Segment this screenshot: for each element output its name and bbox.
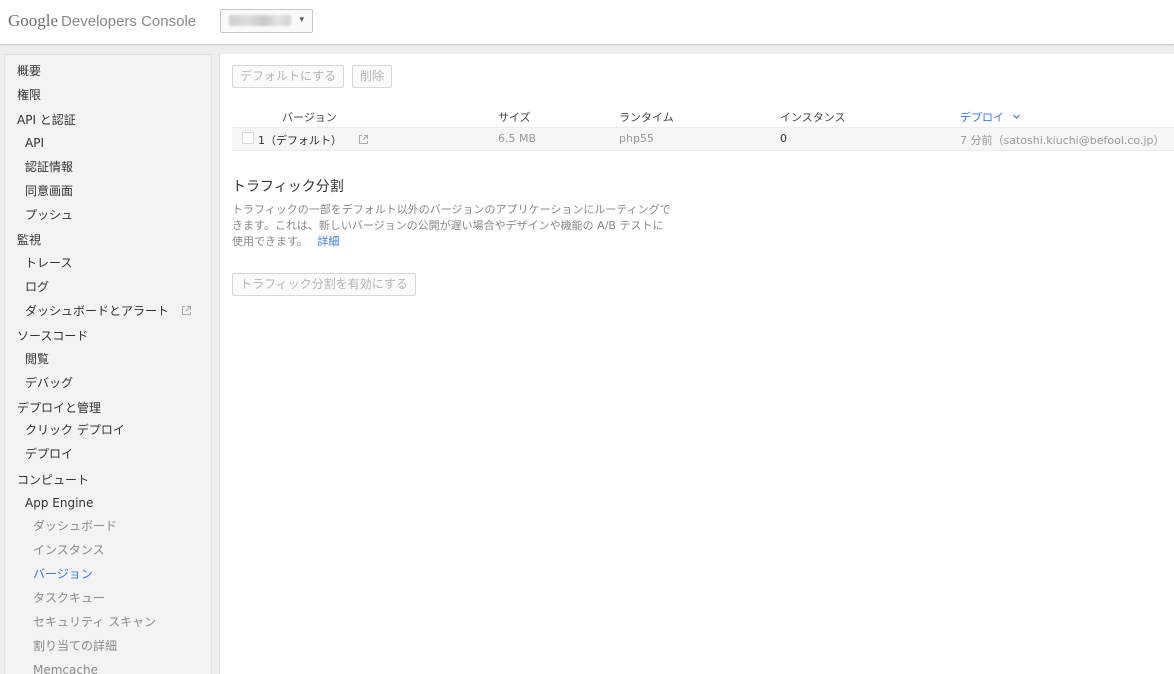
column-header-runtime[interactable]: ランタイム (619, 109, 674, 125)
column-header-deployed[interactable]: デプロイ (960, 109, 1020, 125)
sidebar-item-label: 権限 (17, 88, 42, 102)
sidebar-item-label: ダッシュボード (33, 519, 118, 533)
sidebar-item-security-scan[interactable]: セキュリティ スキャン (33, 614, 156, 630)
row-checkbox[interactable] (242, 132, 254, 144)
sidebar-item-deploy-manage[interactable]: デプロイと管理 (17, 400, 101, 416)
sidebar-item-label: 閲覧 (25, 352, 50, 366)
sidebar-item-overview[interactable]: 概要 (17, 63, 41, 79)
top-bar: Google Developers Console ▾ (0, 0, 1174, 44)
external-link-icon[interactable] (358, 134, 369, 145)
table-row[interactable]: 1（デフォルト） 6.5 MB php55 0 7 分前（satoshi.kiu… (232, 127, 1174, 151)
traffic-split-description: トラフィックの一部をデフォルト以外のバージョンのアプリケーションにルーティングで… (232, 202, 672, 250)
column-header-instances[interactable]: インスタンス (780, 109, 846, 125)
sidebar-item-label: API (25, 136, 44, 150)
sidebar-item-quota-details[interactable]: 割り当ての詳細 (33, 638, 117, 654)
traffic-split-description-text: トラフィックの一部をデフォルト以外のバージョンのアプリケーションにルーティングで… (232, 203, 671, 248)
delete-button[interactable]: 削除 (352, 65, 393, 88)
brand-google: Google (8, 11, 59, 30)
sidebar-item-source-code[interactable]: ソースコード (17, 328, 88, 344)
sidebar-item-permissions[interactable]: 権限 (17, 87, 41, 103)
sidebar-item-label: バージョン (33, 567, 93, 581)
sidebar-item-label: プッシュ (25, 208, 74, 222)
sidebar-item-versions[interactable]: バージョン (33, 566, 93, 582)
deployed-cell: 7 分前（satoshi.kiuchi@befool.co.jp） (960, 134, 1165, 147)
sidebar-item-label: Memcache (33, 663, 98, 674)
sidebar-item-label: 監視 (17, 233, 42, 247)
sidebar-item-ae-dashboard[interactable]: ダッシュボード (33, 518, 117, 534)
traffic-split-title: トラフィック分割 (232, 179, 344, 195)
chevron-down-icon: ▾ (299, 15, 304, 25)
version-label: 1（デフォルト） (258, 134, 342, 147)
sidebar-item-memcache[interactable]: Memcache (33, 662, 98, 674)
enable-traffic-split-button[interactable]: トラフィック分割を有効にする (232, 273, 416, 296)
sidebar-item-label: 割り当ての詳細 (33, 639, 118, 653)
sidebar-item-api[interactable]: API (25, 135, 44, 151)
sidebar-item-label: デバッグ (25, 376, 74, 390)
sidebar-item-browse[interactable]: 閲覧 (25, 351, 49, 367)
sidebar-item-credentials[interactable]: 認証情報 (25, 159, 73, 175)
sidebar-item-label: 認証情報 (25, 160, 74, 174)
sidebar-item-app-engine[interactable]: App Engine (25, 495, 93, 511)
main-panel: デフォルトにする 削除 バージョン サイズ ランタイム インスタンス デプロイ … (219, 54, 1174, 674)
sidebar-item-logs[interactable]: ログ (25, 279, 49, 295)
sidebar-item-label: タスクキュー (33, 591, 106, 605)
sidebar-item-monitoring[interactable]: 監視 (17, 232, 41, 248)
sidebar-item-deploy[interactable]: デプロイ (25, 446, 73, 462)
sidebar-item-push[interactable]: プッシュ (25, 207, 73, 223)
sidebar-item-consent[interactable]: 同意画面 (25, 183, 73, 199)
sort-chevron-down-icon (1012, 114, 1020, 119)
sidebar-item-label: App Engine (25, 496, 94, 510)
column-header-size[interactable]: サイズ (498, 109, 531, 125)
sidebar-item-label: 同意画面 (25, 184, 74, 198)
sidebar-item-label: セキュリティ スキャン (33, 615, 157, 629)
sidebar-item-label: ソースコード (17, 329, 89, 343)
sidebar-item-label: トレース (25, 256, 73, 270)
sidebar-item-label: ログ (25, 280, 50, 294)
sidebar-item-label: クリック デプロイ (25, 423, 125, 437)
size-cell: 6.5 MB (498, 132, 537, 145)
brand-product: Developers Console (61, 13, 197, 30)
sidebar-item-click-deploy[interactable]: クリック デプロイ (25, 422, 125, 438)
brand-logo[interactable]: Google Developers Console (8, 11, 196, 31)
details-link[interactable]: 詳細 (317, 235, 339, 248)
external-link-icon (181, 306, 191, 315)
instances-cell: 0 (780, 132, 787, 145)
project-selector[interactable]: ▾ (220, 9, 313, 33)
project-name-redacted (229, 15, 291, 26)
sidebar-item-label: デプロイと管理 (17, 401, 102, 415)
sidebar-nav: 概要 権限 API と認証 API 認証情報 同意画面 プッシュ 監視 トレース… (4, 54, 212, 674)
sidebar-item-label: API と認証 (17, 113, 76, 127)
column-header-version[interactable]: バージョン (282, 109, 337, 125)
sidebar-item-api-auth[interactable]: API と認証 (17, 112, 76, 128)
sidebar-item-debug[interactable]: デバッグ (25, 375, 73, 391)
set-default-button[interactable]: デフォルトにする (232, 65, 345, 88)
sidebar-item-dashboards-alerts[interactable]: ダッシュボードとアラート (25, 303, 192, 319)
sidebar-item-compute[interactable]: コンピュート (17, 472, 89, 488)
sidebar-item-label: 概要 (17, 64, 42, 78)
sidebar-item-label: ダッシュボードとアラート (25, 304, 170, 318)
sidebar-item-label: インスタンス (33, 543, 105, 557)
runtime-cell: php55 (619, 132, 654, 145)
sidebar-item-task-queues[interactable]: タスクキュー (33, 590, 105, 606)
sidebar-item-label: コンピュート (17, 473, 90, 487)
sidebar-item-trace[interactable]: トレース (25, 255, 72, 271)
sidebar-item-instances[interactable]: インスタンス (33, 542, 105, 558)
sidebar-item-label: デプロイ (25, 447, 74, 461)
column-header-deployed-label: デプロイ (960, 111, 1004, 124)
version-link[interactable]: 1（デフォルト） (258, 132, 369, 148)
